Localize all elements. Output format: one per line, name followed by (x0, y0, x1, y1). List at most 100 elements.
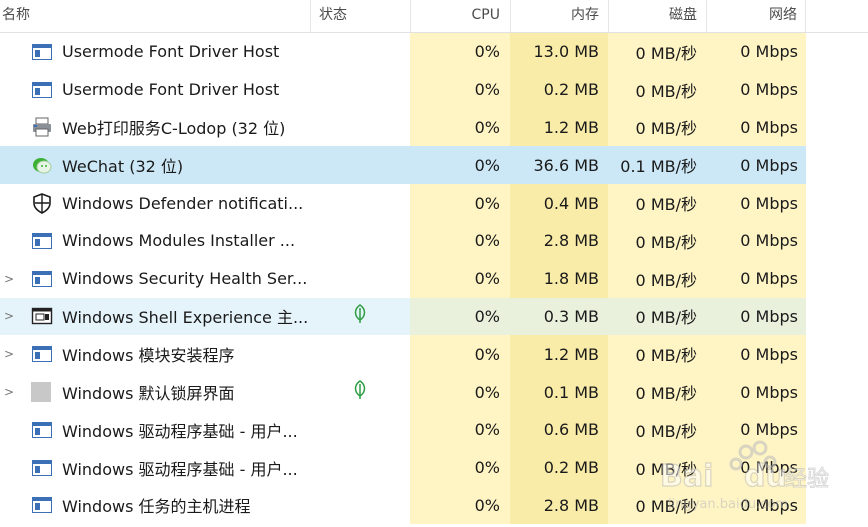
column-header-status[interactable]: 状态 (310, 0, 410, 32)
disk-value: 0 MB/秒 (608, 373, 706, 411)
network-value: 0 Mbps (706, 297, 806, 336)
process-name: WeChat (32 位) (62, 157, 184, 177)
process-status-cell (310, 449, 410, 487)
cpu-value: 0% (410, 373, 510, 411)
memory-value: 0.3 MB (510, 297, 608, 336)
process-name: Web打印服务C-Lodop (32 位) (62, 119, 286, 139)
process-status-cell (310, 297, 410, 336)
task-manager-process-list: { "header": { "name": "名称", "status": "状… (0, 0, 868, 527)
process-name-cell: Windows 驱动程序基础 - 用户... (0, 449, 310, 487)
process-name-cell: > Windows 模块安装程序 (0, 335, 310, 373)
wechat-icon (31, 154, 53, 176)
process-name: Windows Modules Installer ... (62, 231, 296, 251)
chevron-right-icon[interactable]: > (4, 385, 14, 399)
chevron-right-icon[interactable]: > (4, 347, 14, 361)
process-row[interactable]: Windows Defender notificati... 0% 0.4 MB 0 … (0, 184, 868, 222)
network-value: 0 Mbps (706, 373, 806, 411)
process-row[interactable]: Windows 驱动程序基础 - 用户... 0% 0.6 MB 0 MB/秒 0 Mb… (0, 410, 868, 449)
window-app-icon (31, 268, 53, 290)
cpu-value: 0% (410, 108, 510, 147)
process-row[interactable]: Usermode Font Driver Host 0% 0.2 MB 0 MB/秒 0… (0, 70, 868, 109)
column-header-name[interactable]: 名称 (0, 0, 310, 32)
window-app-icon (31, 419, 53, 441)
window-app-icon (31, 41, 53, 63)
process-name-cell: > Windows Security Health Ser... (0, 260, 310, 298)
disk-value: 0 MB/秒 (608, 297, 706, 336)
process-status-cell (310, 335, 410, 373)
process-name: Windows 驱动程序基础 - 用户... (62, 421, 298, 441)
cpu-value: 0% (410, 33, 510, 71)
disk-value: 0 MB/秒 (608, 486, 706, 525)
process-name-cell: Windows Modules Installer ... (0, 222, 310, 260)
process-status-cell (310, 33, 410, 71)
process-row[interactable]: > Windows Shell Experience 主... 0% 0.3 MB 0 … (0, 297, 868, 336)
process-row[interactable]: Web打印服务C-Lodop (32 位) 0% 1.2 MB 0 MB/秒 0 Mbp… (0, 108, 868, 147)
process-row[interactable]: Windows Modules Installer ... 0% 2.8 MB 0 M… (0, 221, 868, 260)
cpu-value: 0% (410, 259, 510, 298)
disk-value: 0.1 MB/秒 (608, 146, 706, 185)
grey-square-icon (31, 381, 53, 403)
process-name-cell: Windows Defender notificati... (0, 184, 310, 222)
process-name: Usermode Font Driver Host (62, 80, 280, 100)
process-name-cell: Windows 驱动程序基础 - 用户... (0, 411, 310, 449)
memory-value: 13.0 MB (510, 33, 608, 71)
network-value: 0 Mbps (706, 108, 806, 147)
memory-value: 1.2 MB (510, 108, 608, 147)
process-name-cell: Windows 任务的主机进程 (0, 487, 310, 525)
chevron-right-icon[interactable]: > (4, 309, 14, 323)
process-status-cell (310, 184, 410, 222)
network-value: 0 Mbps (706, 221, 806, 260)
process-status-cell (310, 411, 410, 449)
process-name: Windows Shell Experience 主... (62, 308, 309, 328)
window-app-icon (31, 494, 53, 516)
process-name: Windows Security Health Ser... (62, 269, 308, 289)
chevron-right-icon[interactable]: > (4, 272, 14, 286)
process-name: Windows 默认锁屏界面 (62, 384, 235, 404)
process-row[interactable]: > Windows Security Health Ser... 0% 1.8 MB 0… (0, 259, 868, 298)
process-row[interactable]: Windows 任务的主机进程 0% 2.8 MB 0 MB/秒 0 Mbps (0, 486, 868, 525)
window-app-icon (31, 457, 53, 479)
memory-value: 2.8 MB (510, 221, 608, 260)
process-status-cell (310, 487, 410, 525)
process-row[interactable]: WeChat (32 位) 0% 36.6 MB 0.1 MB/秒 0 Mbps (0, 146, 868, 185)
process-name: Windows 任务的主机进程 (62, 497, 251, 517)
column-header-memory[interactable]: 内存 (510, 0, 608, 32)
disk-value: 0 MB/秒 (608, 70, 706, 109)
memory-value: 1.2 MB (510, 335, 608, 374)
disk-value: 0 MB/秒 (608, 335, 706, 374)
cpu-value: 0% (410, 184, 510, 222)
column-header-disk[interactable]: 磁盘 (608, 0, 706, 32)
leaf-icon (352, 304, 368, 328)
memory-value: 0.4 MB (510, 184, 608, 222)
network-value: 0 Mbps (706, 33, 806, 71)
process-name-cell: Usermode Font Driver Host (0, 71, 310, 109)
disk-value: 0 MB/秒 (608, 221, 706, 260)
process-status-cell (310, 260, 410, 298)
network-value: 0 Mbps (706, 448, 806, 487)
process-name: Windows 模块安装程序 (62, 346, 235, 366)
disk-value: 0 MB/秒 (608, 410, 706, 449)
cpu-value: 0% (410, 335, 510, 374)
memory-value: 0.2 MB (510, 70, 608, 109)
process-row[interactable]: > Windows 模块安装程序 0% 1.2 MB 0 MB/秒 0 Mbps (0, 335, 868, 374)
memory-value: 0.1 MB (510, 373, 608, 411)
disk-value: 0 MB/秒 (608, 184, 706, 222)
process-name-cell: > Windows Shell Experience 主... (0, 297, 310, 336)
column-header-network[interactable]: 网络 (706, 0, 806, 32)
process-row[interactable]: Windows 驱动程序基础 - 用户... 0% 0.2 MB 0 MB/秒 0 Mb… (0, 448, 868, 487)
process-row[interactable]: > Windows 默认锁屏界面 0% 0.1 MB 0 MB/秒 0 Mbps (0, 373, 868, 411)
process-status-cell (310, 222, 410, 260)
memory-value: 0.6 MB (510, 410, 608, 449)
network-value: 0 Mbps (706, 259, 806, 298)
column-header-cpu[interactable]: CPU (410, 0, 510, 32)
network-value: 0 Mbps (706, 335, 806, 374)
cpu-value: 0% (410, 448, 510, 487)
process-row[interactable]: Usermode Font Driver Host 0% 13.0 MB 0 MB/秒… (0, 33, 868, 71)
shield-icon (31, 192, 53, 214)
process-name: Usermode Font Driver Host (62, 42, 280, 62)
process-name-cell: Usermode Font Driver Host (0, 33, 310, 71)
disk-value: 0 MB/秒 (608, 448, 706, 487)
window-app-icon (31, 343, 53, 365)
process-rows: Usermode Font Driver Host 0% 13.0 MB 0 MB/秒… (0, 33, 868, 525)
network-value: 0 Mbps (706, 146, 806, 185)
